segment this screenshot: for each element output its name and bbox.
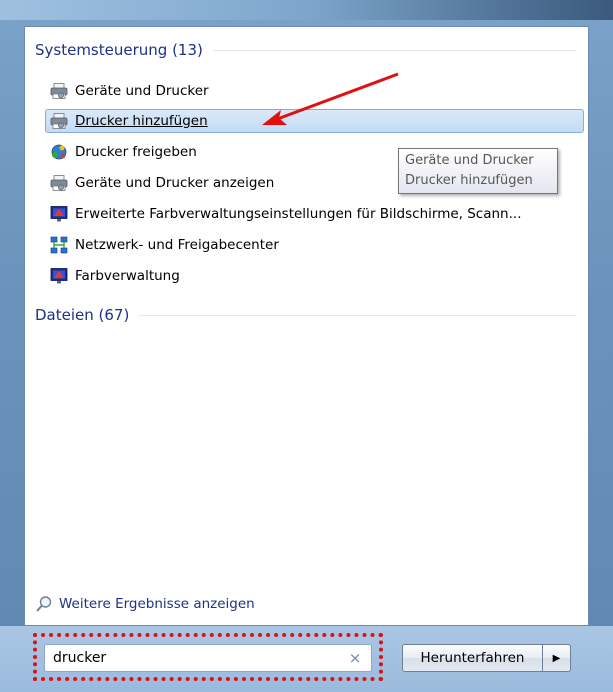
result-item-label: Drucker freigeben bbox=[75, 144, 197, 160]
printer-icon bbox=[50, 113, 68, 129]
search-icon bbox=[36, 596, 52, 612]
more-results-link[interactable]: Weitere Ergebnisse anzeigen bbox=[35, 595, 255, 613]
shutdown-control: Herunterfahren ▶ bbox=[402, 644, 571, 672]
result-item-label: Farbverwaltung bbox=[75, 268, 180, 284]
result-item-label: Geräte und Drucker anzeigen bbox=[75, 175, 275, 191]
search-results-panel: Systemsteuerung (13) Geräte und Drucker … bbox=[24, 26, 589, 626]
result-item-erweiterte-farbverwaltung[interactable]: Erweiterte Farbverwaltungseinstellungen … bbox=[45, 202, 584, 226]
network-share-icon bbox=[51, 144, 67, 160]
group-header-dateien[interactable]: Dateien (67) bbox=[35, 304, 576, 326]
result-item-geraete-und-drucker[interactable]: Geräte und Drucker bbox=[45, 79, 584, 103]
printer-icon bbox=[50, 175, 68, 191]
tooltip: Geräte und Drucker Drucker hinzufügen bbox=[398, 148, 558, 194]
printer-icon bbox=[50, 83, 68, 99]
result-item-netzwerk-und-freigabecenter[interactable]: Netzwerk- und Freigabecenter bbox=[45, 233, 584, 257]
frame-glare bbox=[0, 0, 613, 20]
more-results-label: Weitere Ergebnisse anzeigen bbox=[59, 596, 255, 612]
group-divider bbox=[139, 314, 576, 316]
search-highlight-annotation bbox=[33, 633, 383, 681]
result-item-label: Netzwerk- und Freigabecenter bbox=[75, 237, 279, 253]
result-item-drucker-hinzufuegen[interactable]: Drucker hinzufügen bbox=[45, 109, 584, 133]
result-item-label: Geräte und Drucker bbox=[75, 83, 209, 99]
group-header-systemsteuerung[interactable]: Systemsteuerung (13) bbox=[35, 39, 576, 61]
network-icon bbox=[50, 236, 68, 254]
result-item-farbverwaltung[interactable]: Farbverwaltung bbox=[45, 264, 584, 288]
group-header-label: Dateien (67) bbox=[35, 306, 130, 324]
tooltip-line-1: Geräte und Drucker bbox=[405, 153, 534, 168]
result-item-label: Drucker hinzufügen bbox=[75, 113, 208, 129]
monitor-color-icon bbox=[50, 206, 68, 222]
shutdown-button[interactable]: Herunterfahren bbox=[402, 644, 543, 672]
tooltip-line-2: Drucker hinzufügen bbox=[405, 173, 533, 188]
monitor-color-icon bbox=[50, 268, 68, 284]
group-header-label: Systemsteuerung (13) bbox=[35, 41, 203, 59]
group-divider bbox=[212, 49, 576, 51]
shutdown-options-arrow-icon[interactable]: ▶ bbox=[543, 644, 571, 672]
result-item-label: Erweiterte Farbverwaltungseinstellungen … bbox=[75, 206, 522, 222]
